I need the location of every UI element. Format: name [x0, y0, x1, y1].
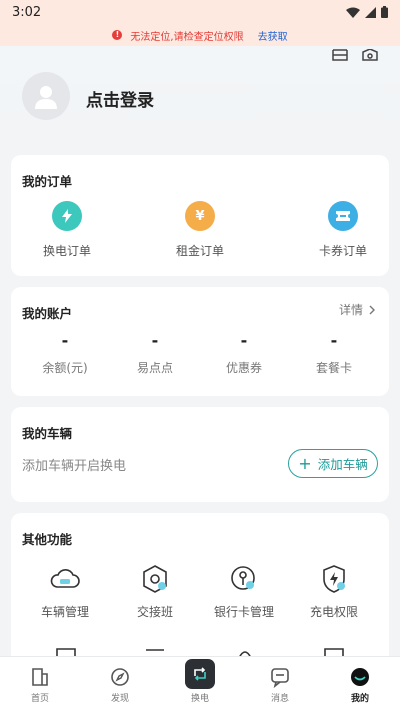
nav-label: 换电 — [190, 694, 209, 704]
account-packages[interactable]: - 套餐卡 — [294, 331, 374, 376]
swap-icon — [185, 659, 215, 689]
packages-value: - — [330, 331, 338, 350]
nav-label: 消息 — [270, 694, 289, 704]
bottom-nav: 首页 发现 换电 消息 我的 — [0, 656, 400, 712]
my-account-card: 我的账户 详情 - 余额(元) - 易点点 - 优惠券 - 套餐卡 — [11, 287, 389, 396]
nav-home[interactable]: 首页 — [0, 657, 80, 712]
nav-label: 我的 — [350, 694, 369, 704]
account-points[interactable]: - 易点点 — [115, 331, 195, 376]
packages-label: 套餐卡 — [315, 361, 352, 375]
chevron-right-icon — [369, 305, 375, 314]
home-icon — [32, 668, 48, 686]
order-label: 换电订单 — [42, 244, 91, 258]
avatar[interactable] — [22, 72, 70, 120]
nav-profile[interactable]: 我的 — [320, 657, 400, 712]
func-charge-permission[interactable]: 充电权限 — [294, 563, 374, 620]
order-item-coupon[interactable]: 卡券订单 — [303, 201, 383, 259]
signal-icon — [365, 6, 376, 18]
other-title: 其他功能 — [22, 532, 73, 547]
account-balance[interactable]: - 余额(元) — [25, 331, 105, 376]
points-label: 易点点 — [136, 361, 173, 375]
more-function-icon — [143, 643, 167, 653]
status-bar: 3:02 — [0, 0, 400, 24]
yuan-icon: ¥ — [185, 201, 215, 231]
profile-icon — [351, 668, 369, 686]
ticket-icon — [328, 201, 358, 231]
func-label: 银行卡管理 — [213, 605, 274, 619]
points-value: - — [151, 331, 159, 350]
nav-discover[interactable]: 发现 — [80, 657, 160, 712]
settings-icon[interactable] — [362, 46, 378, 61]
vehicle-title: 我的车辆 — [22, 426, 73, 441]
profile-header: 点击登录 — [0, 46, 400, 146]
scan-icon[interactable] — [332, 46, 348, 61]
compass-icon — [111, 668, 129, 686]
account-title: 我的账户 — [22, 306, 73, 321]
func-label: 车辆管理 — [40, 605, 89, 619]
account-detail-link[interactable]: 详情 — [339, 301, 375, 318]
nav-swap[interactable]: 换电 — [160, 657, 240, 712]
add-vehicle-label: 添加车辆 — [317, 457, 368, 472]
more-function-icon — [54, 643, 78, 658]
order-label: 卡券订单 — [318, 244, 367, 258]
lightning-icon — [52, 201, 82, 231]
func-vehicle-management[interactable]: 车辆管理 — [25, 563, 105, 620]
balance-label: 余额(元) — [42, 361, 88, 375]
order-item-rent[interactable]: ¥ 租金订单 — [160, 201, 240, 259]
get-permission-link[interactable]: 去获取 — [258, 28, 288, 43]
add-vehicle-button[interactable]: + 添加车辆 — [288, 449, 378, 478]
account-coupons[interactable]: - 优惠券 — [204, 331, 284, 376]
bank-card-icon — [231, 566, 255, 590]
nav-label: 发现 — [110, 694, 129, 704]
func-bank-card[interactable]: 银行卡管理 — [204, 563, 284, 620]
wifi-icon — [346, 7, 360, 18]
banner-message: 无法定位,请检查定位权限 — [130, 31, 244, 43]
status-icons — [346, 6, 388, 18]
vehicle-prompt: 添加车辆开启换电 — [22, 459, 127, 474]
detail-label: 详情 — [338, 303, 363, 317]
user-placeholder-icon — [35, 86, 57, 109]
func-label: 交接班 — [136, 605, 173, 619]
my-vehicle-card: 我的车辆 添加车辆开启换电 + 添加车辆 — [11, 407, 389, 502]
shift-icon — [143, 565, 167, 593]
orders-title: 我的订单 — [22, 174, 73, 189]
func-shift-handover[interactable]: 交接班 — [115, 563, 195, 620]
cloud-car-icon — [50, 569, 80, 588]
balance-value: - — [61, 331, 69, 350]
my-orders-card: 我的订单 换电订单 ¥ 租金订单 卡券订单 — [11, 155, 389, 276]
login-prompt[interactable]: 点击登录 — [86, 86, 154, 111]
func-label: 充电权限 — [309, 605, 358, 619]
header-actions — [332, 46, 378, 61]
battery-icon — [381, 6, 388, 18]
alert-icon: ! — [112, 30, 123, 40]
nav-label: 首页 — [30, 694, 49, 704]
location-warning-banner: ! 无法定位,请检查定位权限 去获取 — [0, 24, 400, 46]
status-time: 3:02 — [12, 4, 42, 20]
more-function-icon — [322, 643, 346, 658]
nav-messages[interactable]: 消息 — [240, 657, 320, 712]
message-icon — [271, 668, 289, 688]
charge-shield-icon — [323, 565, 345, 593]
order-item-swap[interactable]: 换电订单 — [27, 201, 107, 259]
coupons-value: - — [240, 331, 248, 350]
coupons-label: 优惠券 — [225, 361, 262, 375]
more-function-icon — [233, 643, 257, 659]
plus-icon: + — [298, 453, 312, 473]
order-label: 租金订单 — [175, 244, 224, 258]
